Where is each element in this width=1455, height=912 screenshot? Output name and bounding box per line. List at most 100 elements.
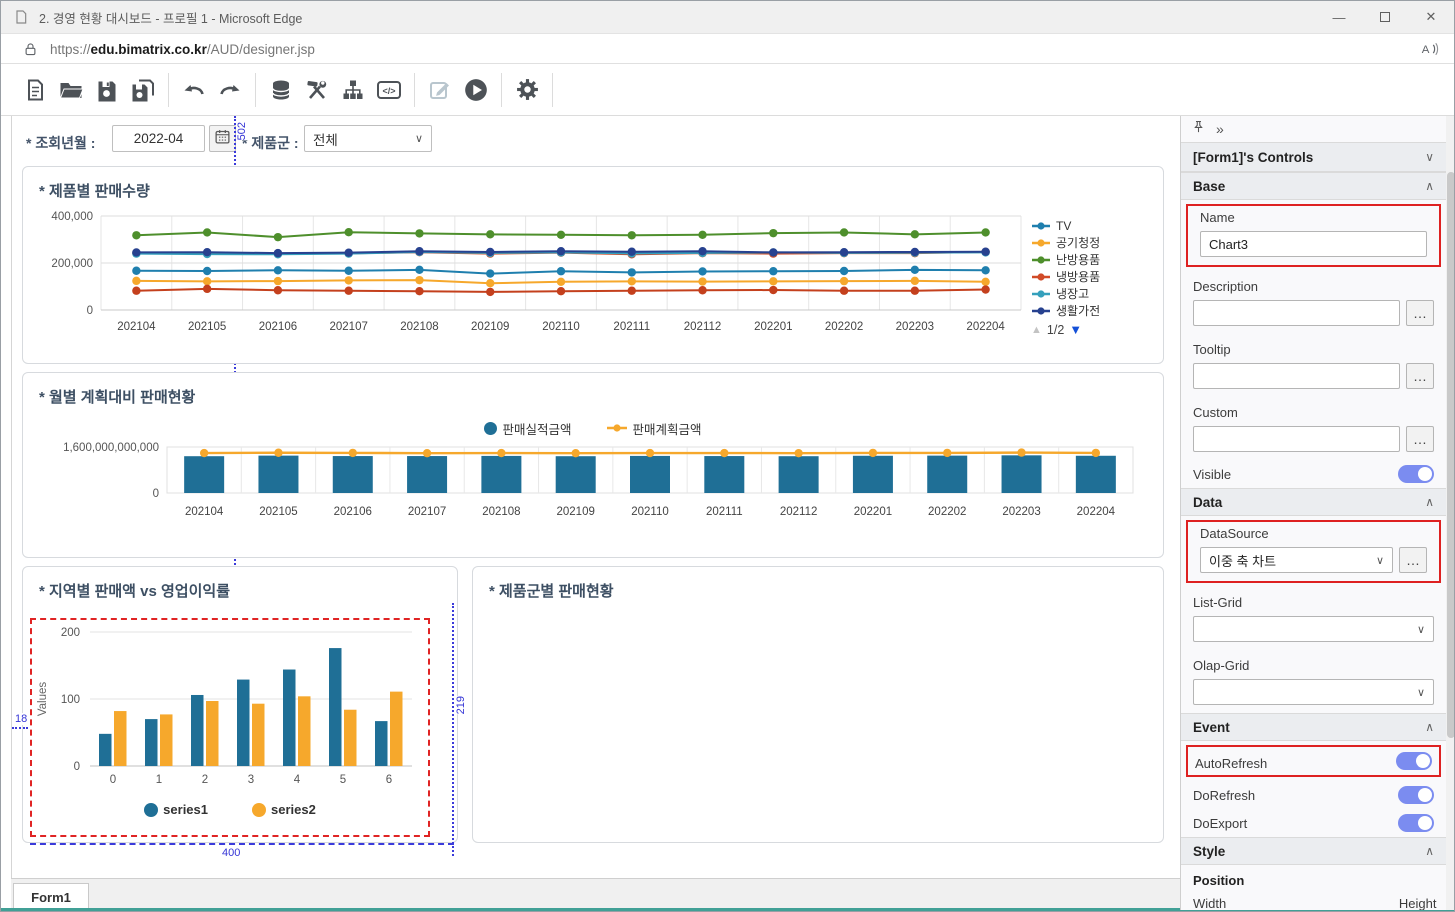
settings-button[interactable] xyxy=(509,72,545,108)
legend-item[interactable]: 냉장고 xyxy=(1031,285,1155,302)
width-guide-line xyxy=(30,843,454,845)
close-icon: ✕ xyxy=(1426,9,1437,25)
legend-page-up-icon[interactable]: ▲ xyxy=(1031,324,1042,336)
tab-form1[interactable]: Form1 xyxy=(13,883,89,911)
date-input[interactable] xyxy=(112,125,205,152)
minimize-button[interactable]: — xyxy=(1316,1,1362,33)
legend-item[interactable]: 공기청정 xyxy=(1031,234,1155,251)
section-data[interactable]: Data ∧ xyxy=(1181,488,1446,516)
maximize-button[interactable] xyxy=(1362,1,1408,33)
save-button[interactable] xyxy=(89,72,125,108)
tools-button[interactable] xyxy=(299,72,335,108)
design-canvas[interactable]: * 조회년월 : * 제품군 : 전체 ∨ 502 * 제품별 판매수량 020… xyxy=(11,116,1180,878)
section-event[interactable]: Event ∧ xyxy=(1181,713,1446,741)
address-bar[interactable]: https://edu.bimatrix.co.kr/AUD/designer.… xyxy=(1,35,1454,64)
undo-button[interactable] xyxy=(176,72,212,108)
controls-header[interactable]: [Form1]'s Controls ∨ xyxy=(1181,142,1446,172)
legend-item[interactable]: 생활가전 xyxy=(1031,302,1155,319)
svg-text:202107: 202107 xyxy=(330,321,368,333)
svg-text:202107: 202107 xyxy=(408,506,446,518)
datasource-more-button[interactable]: … xyxy=(1399,547,1427,573)
section-style-label: Style xyxy=(1193,844,1225,859)
redo-button[interactable] xyxy=(212,72,248,108)
svg-text:202105: 202105 xyxy=(259,506,297,518)
open-folder-button[interactable] xyxy=(53,72,89,108)
maximize-icon xyxy=(1380,12,1390,22)
svg-text:202201: 202201 xyxy=(754,321,792,333)
svg-text:400,000: 400,000 xyxy=(51,211,93,223)
calendar-button[interactable] xyxy=(209,125,236,152)
designer-toolbar: </> xyxy=(1,64,1454,115)
read-aloud-icon[interactable]: A xyxy=(1420,40,1440,58)
pin-icon[interactable] xyxy=(1191,119,1206,139)
legend-item[interactable]: 판매실적금액 xyxy=(484,419,571,437)
save-all-button[interactable] xyxy=(125,72,161,108)
legend-page-number: 1/2 xyxy=(1047,323,1064,337)
toolbar-separator xyxy=(414,73,415,107)
tooltip-input[interactable] xyxy=(1193,363,1400,389)
svg-text:202105: 202105 xyxy=(188,321,226,333)
browser-window: 2. 경영 현황 대시보드 - 프로필 1 - Microsoft Edge —… xyxy=(0,0,1455,912)
svg-text:Values: Values xyxy=(37,682,49,717)
svg-text:3: 3 xyxy=(248,774,254,786)
category-select[interactable]: 전체 ∨ xyxy=(304,125,432,152)
edit-button[interactable] xyxy=(422,72,458,108)
section-base[interactable]: Base ∧ xyxy=(1181,172,1446,200)
new-document-button[interactable] xyxy=(17,72,53,108)
collapse-panel-icon[interactable]: » xyxy=(1216,121,1223,137)
legend-item[interactable]: 난방용품 xyxy=(1031,251,1155,268)
chevron-up-icon: ∧ xyxy=(1425,844,1434,858)
chart1-legend-pager: ▲ 1/2 ▼ xyxy=(1031,322,1155,337)
legend-item[interactable]: 냉방용품 xyxy=(1031,268,1155,285)
chart2-panel[interactable]: * 월별 계획대비 판매현황 판매실적금액판매계획금액 1,600,000,00… xyxy=(22,372,1164,558)
legend-item[interactable]: series2 xyxy=(252,801,316,818)
chart4-panel[interactable]: * 제품군별 판매현황 xyxy=(472,566,1164,843)
custom-more-button[interactable]: … xyxy=(1406,426,1434,452)
toolbar-separator xyxy=(501,73,502,107)
chart3-selection[interactable]: 0100200Values0123456 series1series2 xyxy=(30,618,430,837)
chevron-down-icon: ∨ xyxy=(1417,623,1425,636)
svg-text:4: 4 xyxy=(294,774,301,786)
name-input[interactable] xyxy=(1200,231,1427,257)
svg-text:202109: 202109 xyxy=(471,321,509,333)
svg-text:1: 1 xyxy=(156,774,162,786)
custom-input[interactable] xyxy=(1193,426,1400,452)
svg-text:202202: 202202 xyxy=(825,321,863,333)
code-editor-button[interactable]: </> xyxy=(371,72,407,108)
olapgrid-select[interactable]: ∨ xyxy=(1193,679,1434,705)
description-input[interactable] xyxy=(1193,300,1400,326)
svg-text:202109: 202109 xyxy=(557,506,595,518)
svg-text:202110: 202110 xyxy=(631,506,669,518)
calendar-icon xyxy=(214,128,231,150)
svg-text:6: 6 xyxy=(386,774,392,786)
svg-text:202111: 202111 xyxy=(613,321,650,333)
legend-page-down-icon[interactable]: ▼ xyxy=(1069,322,1082,337)
listgrid-select[interactable]: ∨ xyxy=(1193,616,1434,642)
chevron-down-icon: ∨ xyxy=(1425,150,1434,164)
database-button[interactable] xyxy=(263,72,299,108)
hierarchy-button[interactable] xyxy=(335,72,371,108)
chart1-panel[interactable]: * 제품별 판매수량 0200,000400,00020210420210520… xyxy=(22,166,1164,364)
panel-scrollbar[interactable] xyxy=(1446,116,1455,910)
run-button[interactable] xyxy=(458,72,494,108)
properties-panel: » [Form1]'s Controls ∨ Base ∧ Name Descr… xyxy=(1180,116,1455,910)
section-style[interactable]: Style ∧ xyxy=(1181,837,1446,865)
autorefresh-toggle[interactable] xyxy=(1396,752,1432,770)
description-more-button[interactable]: … xyxy=(1406,300,1434,326)
dorefresh-toggle[interactable] xyxy=(1398,786,1434,804)
datasource-select[interactable]: 이중 축 차트 ∨ xyxy=(1200,547,1393,573)
close-button[interactable]: ✕ xyxy=(1408,1,1454,33)
legend-item[interactable]: TV xyxy=(1031,217,1155,234)
legend-item[interactable]: series1 xyxy=(144,801,208,818)
autorefresh-field-highlight: AutoRefresh xyxy=(1186,745,1441,777)
svg-text:0: 0 xyxy=(153,488,159,500)
panel-scrollbar-thumb[interactable] xyxy=(1447,172,1455,738)
height-guide-line xyxy=(452,603,454,856)
visible-toggle[interactable] xyxy=(1398,465,1434,483)
doexport-toggle[interactable] xyxy=(1398,814,1434,832)
width-label: Width xyxy=(1193,890,1389,910)
chart1-legend: TV공기청정난방용품냉방용품냉장고생활가전 ▲ 1/2 ▼ xyxy=(1031,207,1155,347)
tooltip-more-button[interactable]: … xyxy=(1406,363,1434,389)
svg-text:5: 5 xyxy=(340,774,346,786)
legend-item[interactable]: 판매계획금액 xyxy=(606,419,702,437)
